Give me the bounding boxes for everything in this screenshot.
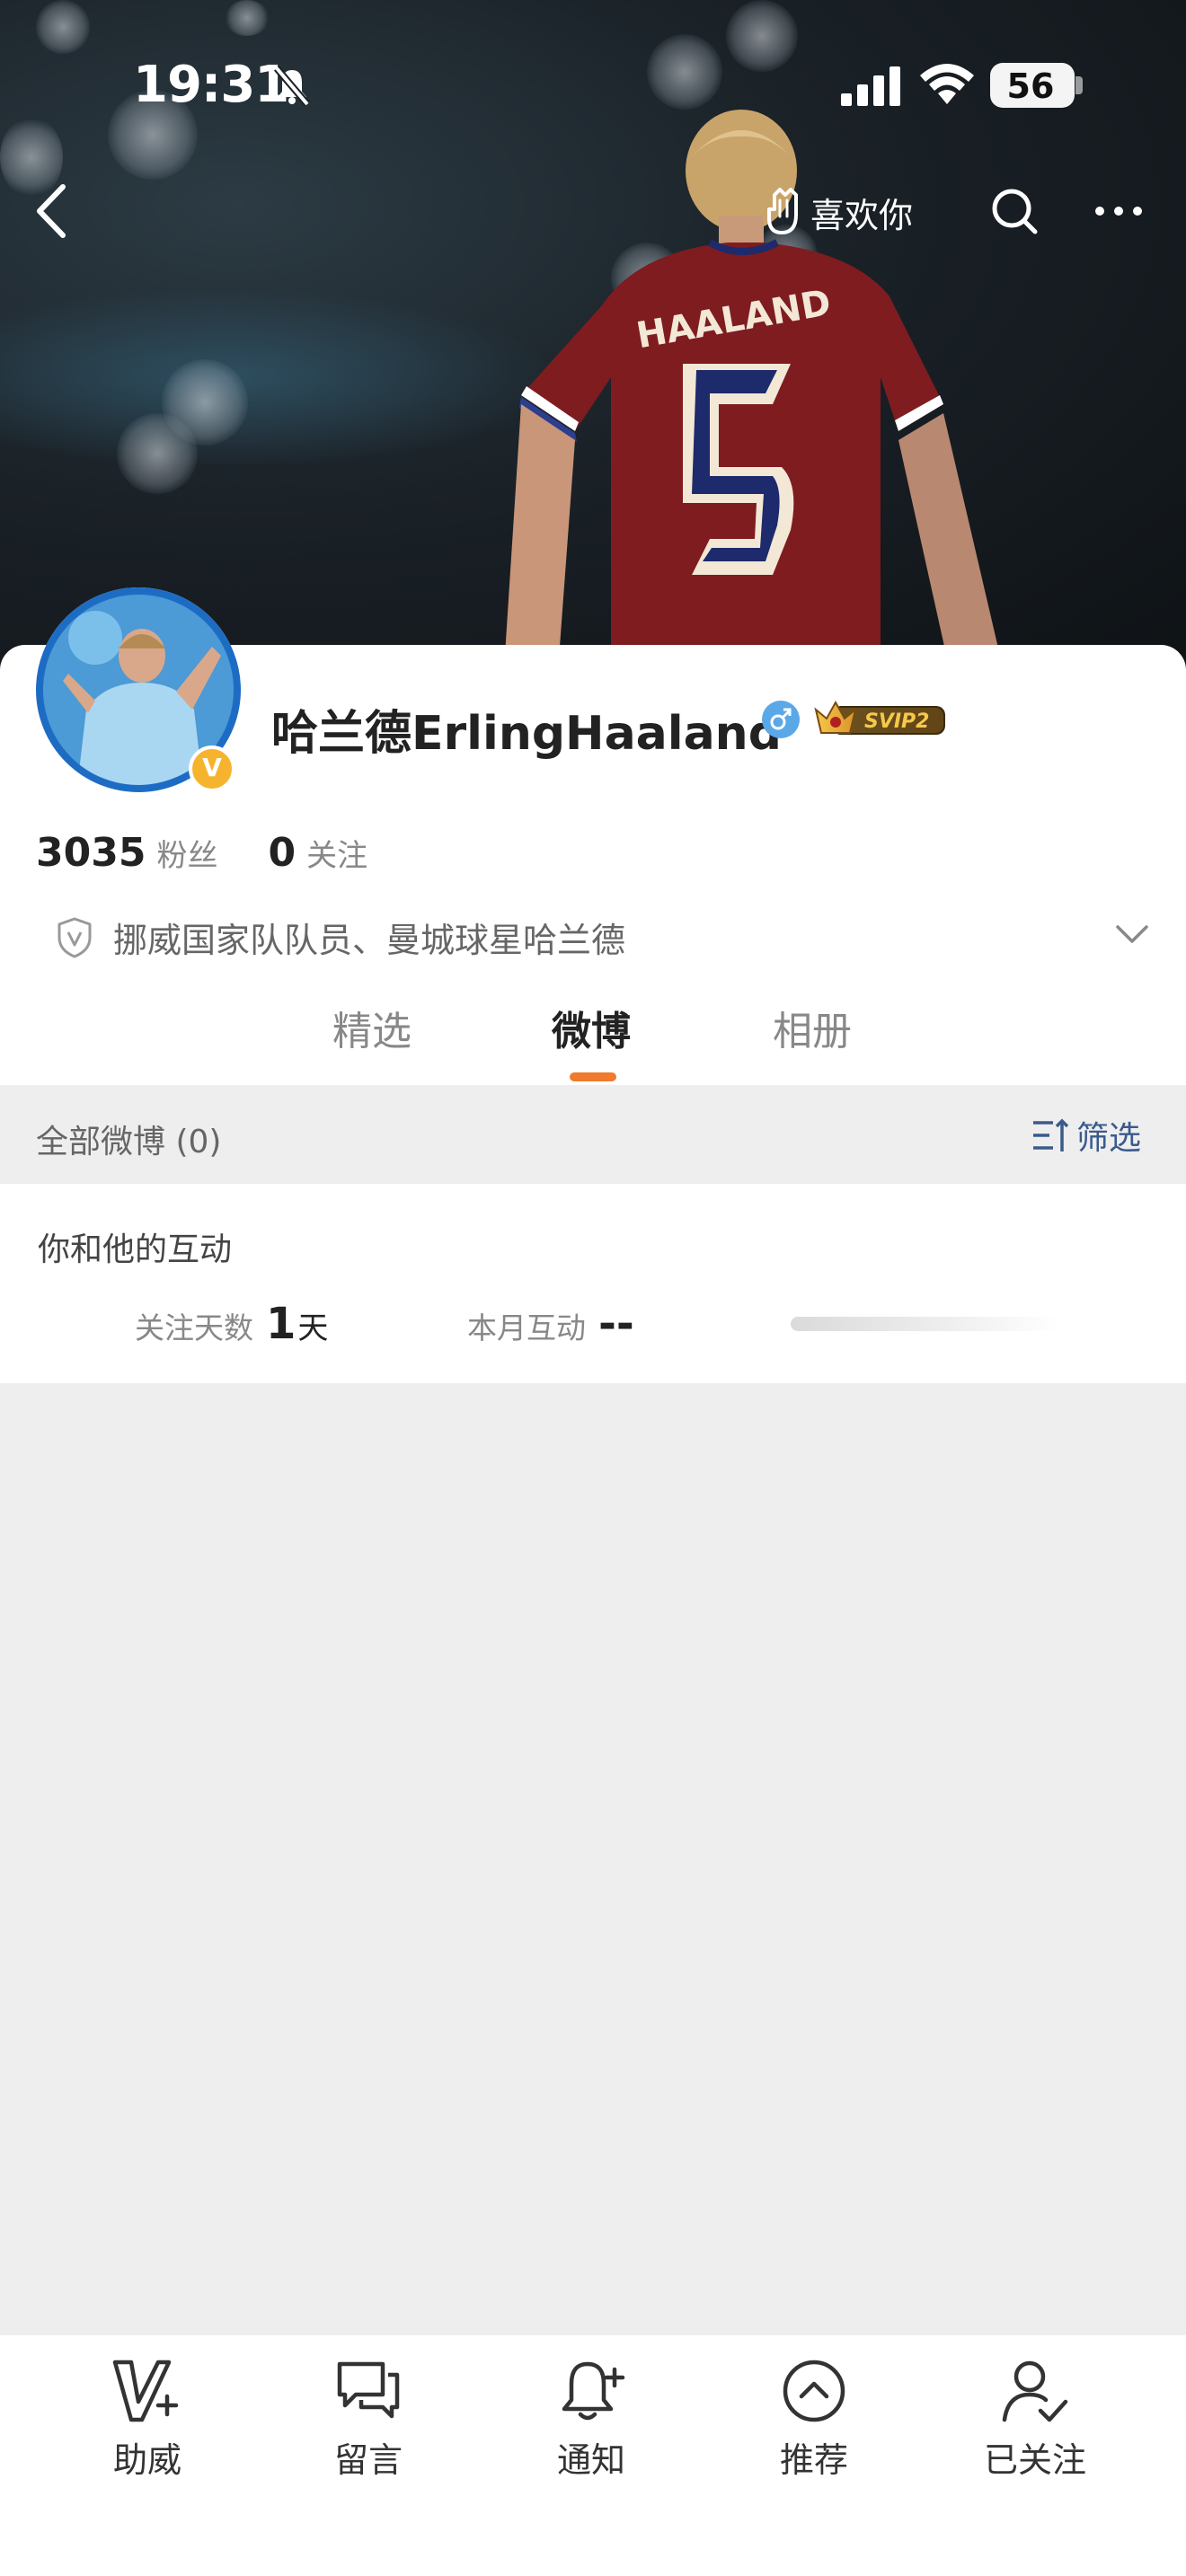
message-icon: [337, 2361, 400, 2419]
tab-active-indicator: [570, 1072, 616, 1081]
interaction-panel: 你和他的互动 关注天数 1 天 本月互动 --: [0, 1184, 1186, 1383]
filter-icon: [1033, 1118, 1069, 1151]
male-gender-icon: [762, 701, 800, 738]
bokeh-light: [117, 413, 198, 494]
battery-nub: [1075, 76, 1083, 94]
message-button[interactable]: 留言: [279, 2357, 458, 2482]
cheer-label: 助威: [112, 2440, 181, 2480]
verification-text: 挪威国家队队员、曼城球星哈兰德: [113, 921, 626, 960]
filter-button[interactable]: 筛选: [1030, 1112, 1141, 1159]
heart-hand-icon: [767, 188, 798, 234]
back-icon[interactable]: [27, 180, 77, 243]
follow-days-unit: 天: [297, 1310, 329, 1346]
monthly-interaction-label: 本月互动: [467, 1310, 586, 1345]
monthly-interaction-value: --: [598, 1299, 634, 1349]
like-you-label: 喜欢你: [810, 195, 914, 235]
bottom-toolbar: 助威 留言 通知 推荐 已关注: [0, 2335, 1186, 2576]
following-count[interactable]: 0: [268, 830, 296, 876]
battery-level: 56: [1006, 66, 1055, 106]
profile-stats: 3035 粉丝 0 关注: [36, 830, 367, 876]
tab-album[interactable]: 相册: [773, 999, 852, 1056]
wifi-icon: [920, 64, 974, 104]
loading-placeholder: [791, 1317, 1060, 1331]
notify-button[interactable]: 通知: [501, 2357, 681, 2482]
profile-tabs: 精选 微博 相册: [0, 999, 1186, 1085]
battery-indicator: 56: [990, 63, 1075, 108]
follow-days-value: 1: [266, 1299, 296, 1349]
recommend-icon: [783, 2360, 845, 2422]
followed-user-icon: [1002, 2360, 1068, 2422]
interaction-title: 你和他的互动: [38, 1231, 233, 1268]
cheer-icon: [112, 2360, 179, 2422]
tab-featured[interactable]: 精选: [332, 999, 412, 1056]
verified-badge-label: V: [202, 753, 222, 782]
filter-label: 筛选: [1076, 1120, 1142, 1157]
follow-days: 关注天数 1 天: [135, 1299, 328, 1349]
followed-button[interactable]: 已关注: [945, 2357, 1125, 2482]
status-time: 19:31: [133, 56, 289, 114]
search-icon[interactable]: [988, 185, 1040, 237]
silent-mode-icon: [273, 66, 311, 106]
profile-name: 哈兰德ErlingHaaland: [271, 707, 782, 761]
status-bar: 19:31 56: [0, 0, 1186, 171]
recommend-button[interactable]: 推荐: [724, 2357, 904, 2482]
more-icon[interactable]: [1093, 198, 1145, 225]
recommend-label: 推荐: [779, 2440, 848, 2480]
feed-title: 全部微博 (0): [36, 1124, 222, 1160]
followers-count[interactable]: 3035: [36, 830, 146, 876]
notify-label: 通知: [556, 2440, 625, 2480]
message-label: 留言: [333, 2440, 403, 2480]
tab-weibo[interactable]: 微博: [552, 999, 631, 1056]
verification-info[interactable]: 挪威国家队队员、曼城球星哈兰德: [56, 913, 625, 962]
cheer-button[interactable]: 助威: [58, 2357, 237, 2482]
shield-v-icon: [58, 917, 92, 957]
svip-label: SVIP2: [864, 710, 930, 733]
bell-plus-icon: [562, 2361, 625, 2421]
followers-label[interactable]: 粉丝: [156, 831, 217, 875]
stadium-glow: [0, 287, 557, 467]
monthly-interaction: 本月互动 --: [467, 1299, 634, 1349]
follow-days-label: 关注天数: [135, 1310, 253, 1345]
following-label[interactable]: 关注: [306, 831, 367, 875]
chevron-down-icon[interactable]: [1114, 922, 1150, 947]
svip-badge[interactable]: SVIP2: [814, 697, 947, 740]
verified-badge: V: [189, 745, 235, 792]
feed-filter-bar: 全部微博 (0) 筛选: [0, 1085, 1186, 1184]
cellular-signal-icon: [841, 66, 900, 106]
followed-label: 已关注: [983, 2440, 1086, 2480]
like-you-button[interactable]: 喜欢你: [762, 187, 913, 237]
